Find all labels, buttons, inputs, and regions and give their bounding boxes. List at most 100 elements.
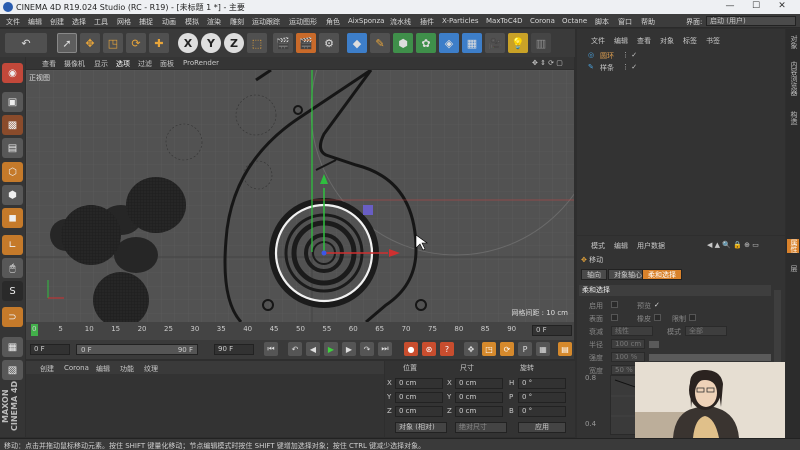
apply-button[interactable]: 应用: [518, 422, 566, 433]
y-axis-icon[interactable]: Y: [201, 33, 221, 53]
menu-select[interactable]: 选择: [72, 17, 86, 27]
object-menu-file[interactable]: 文件: [591, 36, 605, 46]
menu-aixsponza[interactable]: AixSponza: [348, 17, 384, 25]
viewport-menu-filter[interactable]: 过滤: [138, 59, 152, 69]
cloner-icon[interactable]: ✿: [416, 33, 436, 53]
timeline-window-icon[interactable]: ▤: [558, 342, 572, 356]
maximize-icon[interactable]: ☐: [750, 1, 762, 11]
current-frame-field[interactable]: 0 F: [532, 325, 572, 336]
key-scale-icon[interactable]: ◳: [482, 342, 496, 356]
model-mode-icon[interactable]: ▣: [2, 92, 23, 112]
size-y-field[interactable]: 0 cm: [455, 392, 503, 403]
side-tab-objects[interactable]: 对象: [787, 35, 799, 49]
viewport[interactable]: 正视图 网格间距 : 10 cm: [26, 70, 574, 322]
size-x-field[interactable]: 0 cm: [455, 378, 503, 389]
menu-plugins[interactable]: 插件: [420, 17, 434, 27]
key-position-icon[interactable]: ✥: [464, 342, 478, 356]
previous-key-icon[interactable]: ↶: [288, 342, 302, 356]
menu-mesh[interactable]: 网格: [117, 17, 131, 27]
size-z-field[interactable]: 0 cm: [455, 406, 503, 417]
falloff-dropdown[interactable]: 线性: [611, 326, 653, 336]
keyframe-selection-icon[interactable]: ?: [440, 342, 454, 356]
visibility-icon[interactable]: ⋮ ✓: [622, 63, 637, 71]
menu-help[interactable]: 帮助: [641, 17, 655, 27]
menu-create[interactable]: 创建: [50, 17, 64, 27]
material-menu-edit[interactable]: 编辑: [96, 364, 110, 374]
position-y-field[interactable]: 0 cm: [395, 392, 443, 403]
mode-dropdown[interactable]: 全部: [685, 326, 727, 336]
scale-icon[interactable]: ◳: [103, 33, 123, 53]
texture-mode-icon[interactable]: ▩: [2, 115, 23, 135]
camera-icon[interactable]: 🎥: [485, 33, 505, 53]
viewport-nav-icons[interactable]: ✥ ⇕ ⟳ ▢: [532, 59, 563, 67]
record-keys-icon[interactable]: ●: [404, 342, 418, 356]
menu-corona[interactable]: Corona: [530, 17, 555, 25]
layout-dropdown[interactable]: 启动 (用户): [706, 16, 796, 26]
viewport-menu-panel[interactable]: 面板: [160, 59, 174, 69]
viewport-menu-prorender[interactable]: ProRender: [183, 59, 219, 67]
side-tab-content-browser[interactable]: 内容浏览器: [787, 61, 799, 96]
workplane-icon[interactable]: ▤: [2, 138, 23, 158]
menu-script[interactable]: 脚本: [595, 17, 609, 27]
material-menu-corona[interactable]: Corona: [64, 364, 89, 372]
pen-spline-icon[interactable]: ✎: [370, 33, 390, 53]
strength-field[interactable]: 100 %: [611, 352, 645, 362]
autokey-icon[interactable]: ⊛: [422, 342, 436, 356]
close-icon[interactable]: ✕: [776, 1, 788, 11]
enable-checkbox[interactable]: [611, 301, 618, 308]
rubber-checkbox[interactable]: [654, 314, 661, 321]
undo-icon[interactable]: ↶: [5, 33, 47, 53]
minimize-icon[interactable]: —: [724, 1, 736, 11]
menu-character[interactable]: 角色: [326, 17, 340, 27]
select-arrow-icon[interactable]: ➚: [57, 33, 77, 53]
polygons-mode-icon[interactable]: ◼: [2, 208, 23, 228]
edges-mode-icon[interactable]: ⬢: [2, 185, 23, 205]
strength-slider[interactable]: [649, 354, 771, 361]
render-settings-icon[interactable]: ⚙: [319, 33, 339, 53]
side-tab-attributes[interactable]: 属性: [787, 239, 799, 253]
render-picture-viewer-icon[interactable]: 🎬: [296, 33, 316, 53]
menu-x-particles[interactable]: X-Particles: [442, 17, 478, 25]
rotation-h-field[interactable]: 0 °: [518, 378, 566, 389]
go-to-start-icon[interactable]: ⏮: [264, 342, 278, 356]
restrict-checkbox[interactable]: [689, 314, 696, 321]
axis-mode-icon[interactable]: ∟: [2, 235, 23, 255]
x-axis-icon[interactable]: X: [178, 33, 198, 53]
object-row[interactable]: ◎ 圆环 ⋮ ✓: [580, 51, 785, 61]
viewport-menu-camera[interactable]: 摄像机: [64, 59, 85, 69]
previous-frame-icon[interactable]: ◀: [306, 342, 320, 356]
next-frame-icon[interactable]: ▶: [342, 342, 356, 356]
key-param-icon[interactable]: P: [518, 342, 532, 356]
position-x-field[interactable]: 0 cm: [395, 378, 443, 389]
side-tab-structure[interactable]: 构造: [787, 111, 799, 125]
move-icon[interactable]: ✥: [80, 33, 100, 53]
preview-range-slider[interactable]: 0 F 90 F: [76, 344, 198, 355]
material-menu-texture[interactable]: 纹理: [144, 364, 158, 374]
menu-render[interactable]: 渲染: [207, 17, 221, 27]
attribute-menu-user-data[interactable]: 用户数据: [637, 241, 665, 251]
lock-workplane-icon[interactable]: ▦: [2, 337, 23, 357]
attribute-menu-mode[interactable]: 模式: [591, 241, 605, 251]
go-to-end-icon[interactable]: ⏭: [378, 342, 392, 356]
menu-maxtoc4d[interactable]: MaxToC4D: [486, 17, 523, 25]
next-key-icon[interactable]: ↷: [360, 342, 374, 356]
menu-mograph[interactable]: 运动图形: [289, 17, 317, 27]
deformer-icon[interactable]: ◈: [439, 33, 459, 53]
add-icon[interactable]: ✚: [149, 33, 169, 53]
make-editable-icon[interactable]: ◉: [2, 63, 23, 83]
object-menu-tags[interactable]: 标签: [683, 36, 697, 46]
menu-file[interactable]: 文件: [6, 17, 20, 27]
menu-motion-tracking[interactable]: 运动跟踪: [252, 17, 280, 27]
menu-animate[interactable]: 动画: [162, 17, 176, 27]
attribute-nav-icons[interactable]: ◀ ▲ 🔍 🔒 ⊕ ▭: [707, 241, 759, 249]
viewport-menu-view[interactable]: 查看: [42, 59, 56, 69]
material-menu-function[interactable]: 功能: [120, 364, 134, 374]
radius-field[interactable]: 100 cm: [611, 339, 645, 349]
tab-axis[interactable]: 轴向: [581, 269, 607, 280]
preview-checkmark-icon[interactable]: ✓: [654, 301, 660, 309]
key-pla-icon[interactable]: ▦: [536, 342, 550, 356]
floor-icon[interactable]: ▦: [462, 33, 482, 53]
radius-slider[interactable]: [649, 341, 659, 348]
viewport-menu-options[interactable]: 选项: [116, 59, 130, 69]
start-frame-field[interactable]: 0 F: [30, 344, 70, 355]
